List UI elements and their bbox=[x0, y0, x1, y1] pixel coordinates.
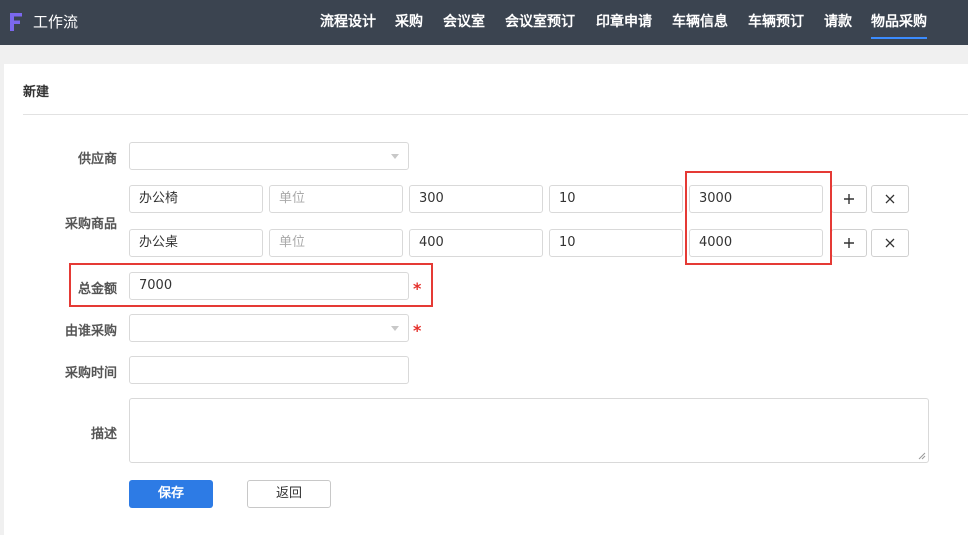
total-amount-label: 总金额 bbox=[77, 282, 117, 297]
nav-item-payment-request[interactable]: 请款 bbox=[824, 13, 852, 31]
plus-icon bbox=[844, 194, 854, 204]
remove-item-button[interactable] bbox=[871, 229, 909, 257]
description-label: 描述 bbox=[90, 427, 117, 442]
plus-icon bbox=[844, 238, 854, 248]
required-mark: * bbox=[413, 279, 422, 298]
close-icon bbox=[885, 238, 895, 248]
purchaser-select[interactable] bbox=[129, 314, 409, 342]
item-unit-input[interactable]: 单位 bbox=[269, 229, 403, 257]
close-icon bbox=[885, 194, 895, 204]
app-logo-icon bbox=[10, 13, 22, 31]
top-navbar: 工作流 流程设计 采购 会议室 会议室预订 印章申请 车辆信息 车辆预订 请款 … bbox=[0, 0, 968, 45]
nav-item-process-design[interactable]: 流程设计 bbox=[320, 13, 376, 31]
back-button[interactable]: 返回 bbox=[247, 480, 331, 508]
item-quantity-input[interactable]: 10 bbox=[549, 229, 683, 257]
chevron-down-icon bbox=[391, 326, 399, 331]
app-title: 工作流 bbox=[33, 13, 79, 31]
add-item-button[interactable] bbox=[831, 185, 867, 213]
remove-item-button[interactable] bbox=[871, 185, 909, 213]
nav-item-seal-application[interactable]: 印章申请 bbox=[596, 13, 652, 31]
total-amount-input[interactable]: 7000 bbox=[129, 272, 409, 300]
item-quantity-input[interactable]: 10 bbox=[549, 185, 683, 213]
title-divider bbox=[23, 114, 968, 115]
item-unit-input[interactable]: 单位 bbox=[269, 185, 403, 213]
nav-item-meeting-room-booking[interactable]: 会议室预订 bbox=[505, 13, 575, 31]
nav-item-goods-purchase[interactable]: 物品采购 bbox=[871, 13, 927, 31]
item-price-input[interactable]: 300 bbox=[409, 185, 543, 213]
save-button[interactable]: 保存 bbox=[129, 480, 213, 508]
item-total-highlight-box bbox=[685, 171, 832, 265]
required-mark: * bbox=[413, 321, 422, 340]
nav-item-purchase[interactable]: 采购 bbox=[395, 13, 423, 31]
supplier-label: 供应商 bbox=[77, 152, 117, 167]
chevron-down-icon bbox=[391, 154, 399, 159]
add-item-button[interactable] bbox=[831, 229, 867, 257]
purchase-time-label: 采购时间 bbox=[64, 366, 117, 381]
item-price-input[interactable]: 400 bbox=[409, 229, 543, 257]
resize-grip-icon[interactable] bbox=[918, 452, 926, 460]
purchaser-label: 由谁采购 bbox=[64, 324, 117, 339]
nav-item-vehicle-booking[interactable]: 车辆预订 bbox=[748, 13, 804, 31]
nav-item-meeting-room[interactable]: 会议室 bbox=[443, 13, 485, 31]
supplier-select[interactable] bbox=[129, 142, 409, 170]
item-name-input[interactable]: 办公桌 bbox=[129, 229, 263, 257]
nav-item-vehicle-info[interactable]: 车辆信息 bbox=[672, 13, 728, 31]
purchase-time-input[interactable] bbox=[129, 356, 409, 384]
form-title: 新建 bbox=[23, 85, 50, 100]
item-name-input[interactable]: 办公椅 bbox=[129, 185, 263, 213]
description-textarea[interactable] bbox=[129, 398, 929, 463]
active-nav-indicator bbox=[871, 37, 927, 39]
items-label: 采购商品 bbox=[64, 217, 117, 232]
